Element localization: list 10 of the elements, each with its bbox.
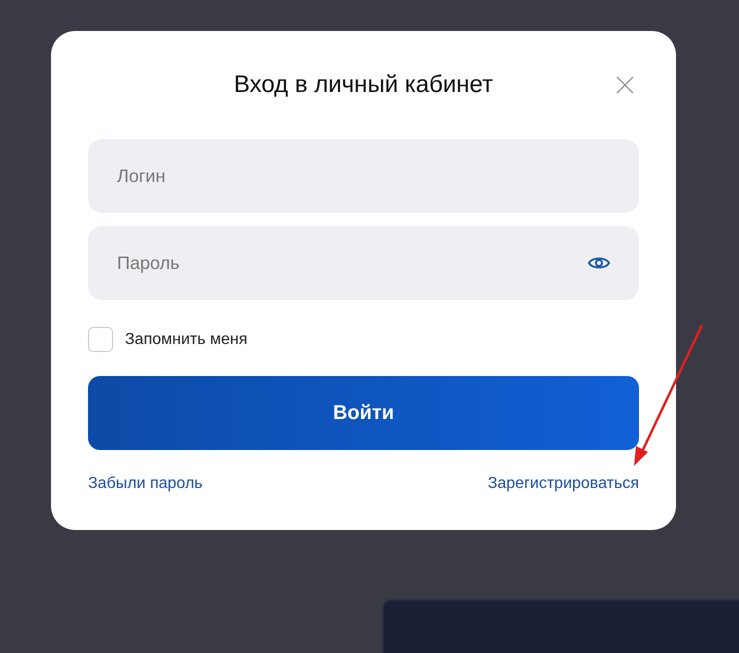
password-field[interactable]: Пароль [88, 226, 639, 300]
remember-checkbox[interactable] [88, 327, 113, 352]
forgot-password-link[interactable]: Забыли пароль [88, 472, 203, 496]
login-button[interactable]: Войти [88, 376, 639, 450]
login-field[interactable]: Логин [88, 139, 639, 213]
register-link[interactable]: Зарегистрироваться [488, 472, 639, 496]
remember-label: Запомнить меня [125, 330, 248, 350]
close-button[interactable] [615, 75, 635, 95]
eye-icon[interactable] [588, 255, 610, 271]
dialog-title: Вход в личный кабинет [234, 70, 494, 100]
